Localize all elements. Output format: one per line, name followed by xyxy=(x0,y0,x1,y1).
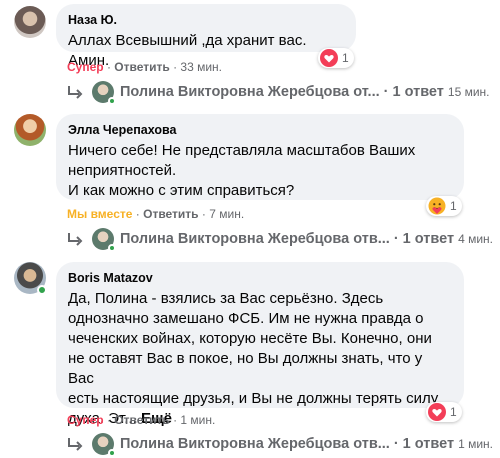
comment-actions: Супер · Ответить · 1 мин. xyxy=(67,413,215,427)
care-icon xyxy=(428,197,446,215)
comment-time[interactable]: 1 мин. xyxy=(180,413,215,427)
view-replies-link[interactable]: Полина Викторовна Жеребцова от... · 1 от… xyxy=(66,80,490,105)
reply-button[interactable]: Ответить xyxy=(114,60,169,74)
reaction-button[interactable]: Супер xyxy=(67,60,104,74)
reaction-count: 1 xyxy=(450,199,457,213)
comment-text-line: И как можно с этим справиться? xyxy=(68,182,295,199)
reply-time: 1 мин. xyxy=(458,437,493,451)
comment-actions: Супер · Ответить · 33 мин. xyxy=(67,60,222,74)
avatar[interactable] xyxy=(14,262,47,295)
online-status-indicator xyxy=(37,285,47,295)
reply-author: Полина Викторовна Жеребцова отв... xyxy=(120,231,390,247)
comment-bubble: Boris Matazov Да, Полина - взялись за Ва… xyxy=(56,262,464,427)
reaction-summary[interactable]: 1 xyxy=(318,48,354,68)
reaction-summary[interactable]: 1 xyxy=(426,402,462,422)
reply-time: 4 мин. xyxy=(458,232,493,246)
avatar xyxy=(92,81,116,105)
avatar[interactable] xyxy=(14,114,46,146)
reply-author: Полина Викторовна Жеребцова от... xyxy=(120,84,380,100)
love-icon xyxy=(320,49,338,67)
reply-arrow-icon xyxy=(68,438,83,451)
love-icon xyxy=(428,403,446,421)
comment-actions: Мы вместе · Ответить · 7 мин. xyxy=(67,207,244,221)
avatar xyxy=(92,433,116,457)
comment-text: Да, Полина - взялись за Вас серьёзно. Зд… xyxy=(68,289,452,429)
comment-author[interactable]: Элла Черепахова xyxy=(68,122,452,139)
comment-text-line: есть настоящие друзья, и Вы не должны те… xyxy=(68,390,439,407)
reply-arrow-icon xyxy=(68,233,83,246)
reply-count: · 1 ответ xyxy=(393,436,455,452)
reaction-button[interactable]: Супер xyxy=(67,413,104,427)
reply-author: Полина Викторовна Жеребцова отв... xyxy=(120,436,390,452)
view-replies-link[interactable]: Полина Викторовна Жеребцова отв... · 1 о… xyxy=(66,432,493,457)
comment-author[interactable]: Boris Matazov xyxy=(68,270,452,287)
reaction-count: 1 xyxy=(342,51,349,65)
comment-text-line: Да, Полина - взялись за Вас серьёзно. Зд… xyxy=(68,290,384,307)
comment-text: Ничего себе! Не представляла масштабов В… xyxy=(68,141,452,201)
comment-author[interactable]: Наза Ю. xyxy=(68,12,344,29)
reply-count: · 1 ответ xyxy=(383,84,444,100)
comment-bubble: Элла Черепахова Ничего себе! Не представ… xyxy=(56,114,464,200)
reply-arrow-icon xyxy=(68,86,83,99)
comment-text-line: не оставят Вас в покое, но Вы должны зна… xyxy=(68,350,423,387)
reply-button[interactable]: Ответить xyxy=(114,413,169,427)
reply-button[interactable]: Ответить xyxy=(143,207,198,221)
reply-count: · 1 ответ xyxy=(393,231,455,247)
avatar xyxy=(92,228,116,252)
avatar[interactable] xyxy=(14,6,46,38)
separator: · xyxy=(135,207,144,221)
comment-time[interactable]: 33 мин. xyxy=(180,60,222,74)
comment-text-line: чеченских войнах, которую несёте Вы. Кон… xyxy=(68,330,432,347)
comment-text-line: неприятностей. xyxy=(68,162,177,179)
comment-text-line: Ничего себе! Не представляла масштабов В… xyxy=(68,142,416,159)
reaction-count: 1 xyxy=(450,405,457,419)
comment-text-line: однозначно замешано ФСБ. Им не нужна пра… xyxy=(68,310,424,327)
view-replies-link[interactable]: Полина Викторовна Жеребцова отв... · 1 о… xyxy=(66,227,493,252)
comment-time[interactable]: 7 мин. xyxy=(209,207,244,221)
comment-bubble: Наза Ю. Аллах Всевышний ,да хранит вас. … xyxy=(56,4,356,69)
reaction-summary[interactable]: 1 xyxy=(426,196,462,216)
reply-time: 15 мин. xyxy=(447,85,490,99)
reaction-button[interactable]: Мы вместе xyxy=(67,207,132,221)
